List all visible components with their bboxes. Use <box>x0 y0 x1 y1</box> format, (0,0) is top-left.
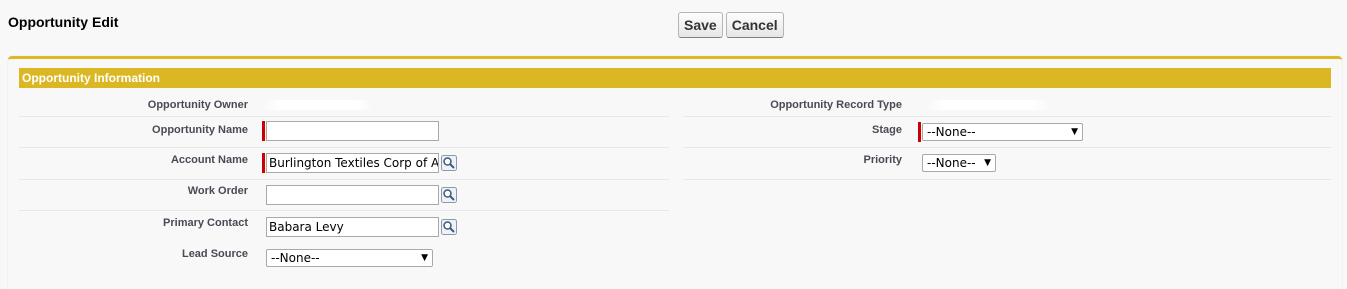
opportunity-owner-value-redacted <box>263 100 373 110</box>
work-order-input[interactable] <box>266 185 439 205</box>
save-button[interactable]: Save <box>678 12 723 38</box>
lead-source-select[interactable]: --None-- ▼ <box>266 249 433 267</box>
priority-label: Priority <box>863 154 902 166</box>
opportunity-name-input[interactable] <box>266 121 439 141</box>
record-type-value-redacted <box>926 100 1051 110</box>
row-divider <box>19 179 669 180</box>
record-type-label: Opportunity Record Type <box>770 99 902 111</box>
priority-select[interactable]: --None-- ▼ <box>922 154 996 172</box>
page-title: Opportunity Edit <box>8 14 119 30</box>
section-header-opportunity-information: Opportunity Information <box>19 68 1331 88</box>
opportunity-name-label: Opportunity Name <box>152 124 248 136</box>
chevron-down-icon: ▼ <box>421 253 428 263</box>
lead-source-select-value: --None-- <box>271 251 320 265</box>
primary-contact-label: Primary Contact <box>163 217 248 229</box>
row-divider <box>684 116 1331 117</box>
row-divider <box>19 210 669 211</box>
required-indicator <box>918 122 921 142</box>
required-indicator <box>262 121 265 141</box>
lookup-magnifier-icon[interactable] <box>441 187 457 203</box>
row-divider <box>19 116 669 117</box>
primary-contact-input[interactable]: Babara Levy <box>266 217 439 237</box>
chevron-down-icon: ▼ <box>984 158 991 168</box>
top-button-bar: Save Cancel <box>678 12 784 38</box>
lookup-magnifier-icon[interactable] <box>441 155 457 171</box>
row-divider <box>684 179 1331 180</box>
row-divider <box>684 147 1331 148</box>
priority-select-value: --None-- <box>927 156 976 170</box>
account-name-input[interactable]: Burlington Textiles Corp of A <box>266 153 439 173</box>
opportunity-owner-label: Opportunity Owner <box>147 99 248 111</box>
cancel-button[interactable]: Cancel <box>725 12 784 38</box>
stage-select[interactable]: --None-- ▼ <box>922 123 1083 141</box>
work-order-label: Work Order <box>187 185 248 197</box>
opportunity-edit-card: Opportunity Information Opportunity Owne… <box>8 56 1342 289</box>
stage-select-value: --None-- <box>927 125 976 139</box>
lead-source-label: Lead Source <box>181 248 248 260</box>
row-divider <box>19 147 669 148</box>
lookup-magnifier-icon[interactable] <box>441 219 457 235</box>
stage-label: Stage <box>872 124 902 136</box>
account-name-label: Account Name <box>170 154 248 166</box>
chevron-down-icon: ▼ <box>1071 127 1078 137</box>
required-indicator <box>262 153 265 173</box>
